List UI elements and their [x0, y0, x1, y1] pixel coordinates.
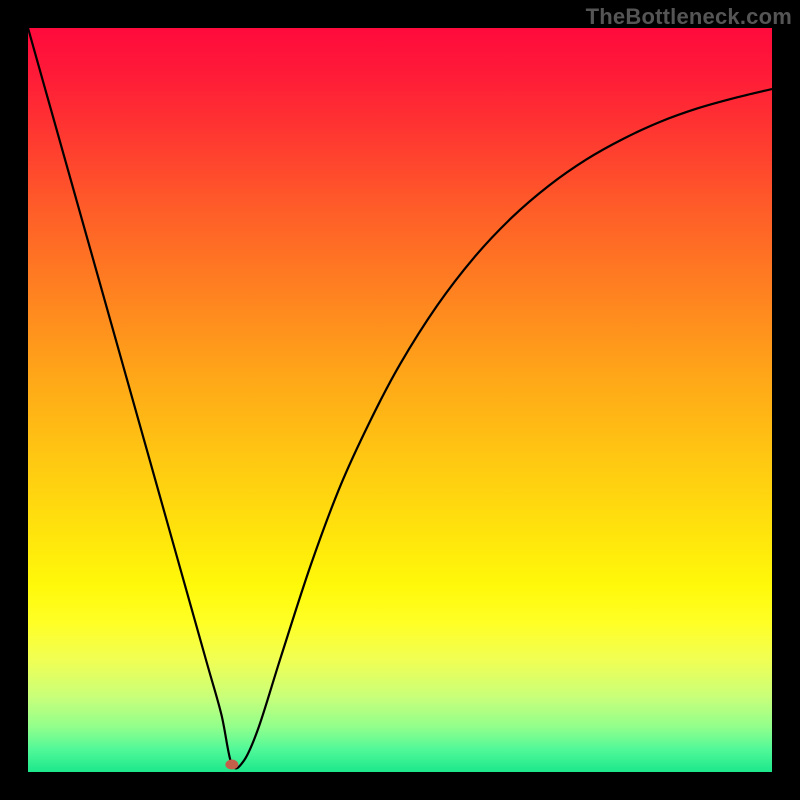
- chart-plot-area: [28, 28, 772, 772]
- minimum-marker: [226, 760, 238, 769]
- bottleneck-curve: [28, 28, 772, 768]
- bottleneck-curve-svg: [28, 28, 772, 772]
- watermark-text: TheBottleneck.com: [586, 4, 792, 30]
